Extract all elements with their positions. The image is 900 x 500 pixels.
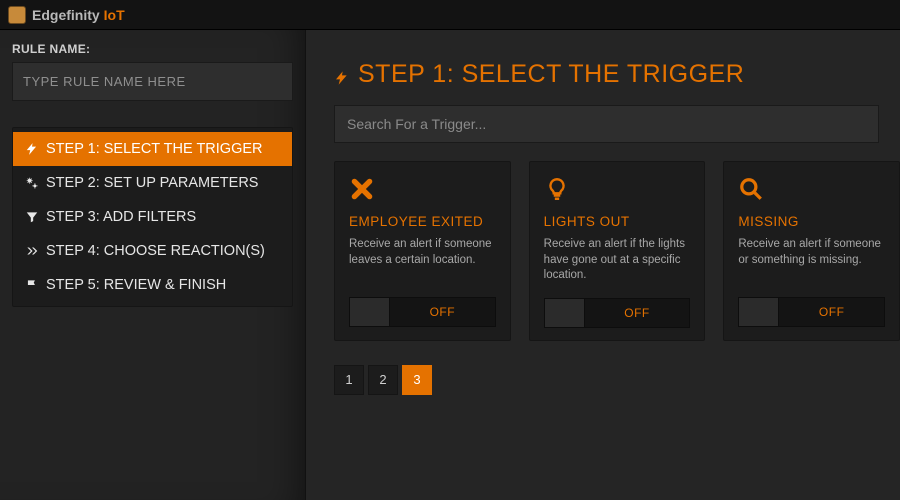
card-title: EMPLOYEE EXITED xyxy=(349,214,496,229)
toggle-knob xyxy=(545,299,585,327)
search-icon xyxy=(738,176,885,206)
step-2-set-up-parameters[interactable]: STEP 2: SET UP PARAMETERS xyxy=(13,166,292,200)
card-toggle[interactable]: OFF xyxy=(544,298,691,328)
page-3-button[interactable]: 3 xyxy=(402,365,432,395)
rule-name-label: RULE NAME: xyxy=(12,42,293,56)
trigger-card-missing[interactable]: MISSING Receive an alert if someone or s… xyxy=(723,161,900,341)
topbar: Edgefinity IoT xyxy=(0,0,900,30)
heading-text: STEP 1: SELECT THE TRIGGER xyxy=(358,60,744,89)
trigger-card-lights-out[interactable]: LIGHTS OUT Receive an alert if the light… xyxy=(529,161,706,341)
toggle-knob xyxy=(350,298,390,326)
step-label: STEP 4: CHOOSE REACTION(S) xyxy=(46,243,265,259)
trigger-search-input[interactable] xyxy=(334,105,879,143)
trigger-card-employee-exited[interactable]: EMPLOYEE EXITED Receive an alert if some… xyxy=(334,161,511,341)
step-label: STEP 5: REVIEW & FINISH xyxy=(46,277,226,293)
page-2-button[interactable]: 2 xyxy=(368,365,398,395)
page-title: STEP 1: SELECT THE TRIGGER xyxy=(334,60,900,89)
step-5-review-finish[interactable]: STEP 5: REVIEW & FINISH xyxy=(13,268,292,302)
gears-icon xyxy=(25,176,39,190)
toggle-knob xyxy=(739,298,779,326)
chevrons-icon xyxy=(25,244,39,258)
toggle-state: OFF xyxy=(390,305,495,319)
step-label: STEP 1: SELECT THE TRIGGER xyxy=(46,141,263,157)
main-panel: STEP 1: SELECT THE TRIGGER EMPLOYEE EXIT… xyxy=(306,30,900,500)
step-4-choose-reactions[interactable]: STEP 4: CHOOSE REACTION(S) xyxy=(13,234,292,268)
toggle-state: OFF xyxy=(779,305,884,319)
card-description: Receive an alert if someone or something… xyxy=(738,237,885,283)
step-list: STEP 1: SELECT THE TRIGGER STEP 2: SET U… xyxy=(12,127,293,307)
toggle-state: OFF xyxy=(585,306,690,320)
bolt-icon xyxy=(334,64,350,86)
step-3-add-filters[interactable]: STEP 3: ADD FILTERS xyxy=(13,200,292,234)
brand-suffix: IoT xyxy=(104,7,125,23)
card-toggle[interactable]: OFF xyxy=(349,297,496,327)
x-icon xyxy=(349,176,496,206)
card-description: Receive an alert if the lights have gone… xyxy=(544,237,691,284)
page-1-button[interactable]: 1 xyxy=(334,365,364,395)
card-title: LIGHTS OUT xyxy=(544,214,691,229)
filter-icon xyxy=(25,210,39,224)
step-label: STEP 3: ADD FILTERS xyxy=(46,209,196,225)
card-description: Receive an alert if someone leaves a cer… xyxy=(349,237,496,283)
rule-name-input[interactable] xyxy=(12,62,293,101)
card-toggle[interactable]: OFF xyxy=(738,297,885,327)
trigger-card-list: EMPLOYEE EXITED Receive an alert if some… xyxy=(334,161,900,341)
pagination: 1 2 3 xyxy=(334,365,900,395)
brand-name: Edgefinity xyxy=(32,7,100,23)
lightbulb-icon xyxy=(544,176,691,206)
bolt-icon xyxy=(25,142,39,156)
sidebar: RULE NAME: STEP 1: SELECT THE TRIGGER ST… xyxy=(0,30,306,500)
logo-icon xyxy=(8,6,26,24)
step-label: STEP 2: SET UP PARAMETERS xyxy=(46,175,258,191)
card-title: MISSING xyxy=(738,214,885,229)
step-1-select-trigger[interactable]: STEP 1: SELECT THE TRIGGER xyxy=(13,132,292,166)
flag-icon xyxy=(25,278,39,292)
